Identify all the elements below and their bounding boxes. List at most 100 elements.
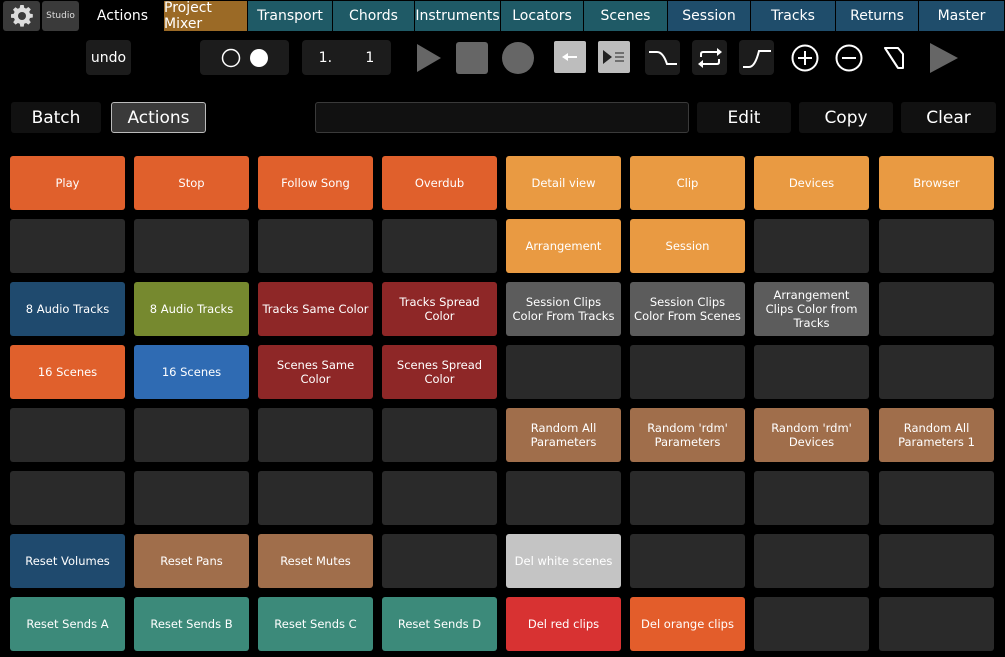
pad-empty[interactable] [10,219,125,273]
pad-random-all-parameters[interactable]: Random All Parameters [506,408,621,462]
pad-empty[interactable] [258,471,373,525]
filled-circle-icon [249,48,268,67]
pad-empty[interactable] [382,471,497,525]
pad-reset-sends-a[interactable]: Reset Sends A [10,597,125,651]
tab-instruments[interactable]: Instruments [415,1,500,31]
tab-transport[interactable]: Transport [248,1,332,31]
pad-tracks-same-color[interactable]: Tracks Same Color [258,282,373,336]
pad-reset-sends-c[interactable]: Reset Sends C [258,597,373,651]
pad-empty[interactable] [382,408,497,462]
command-input[interactable] [315,102,689,133]
undo-button[interactable]: undo [86,40,131,75]
pad-session-clips-color-from-tracks[interactable]: Session Clips Color From Tracks [506,282,621,336]
pad-empty[interactable] [258,408,373,462]
tab-scenes[interactable]: Scenes [584,1,667,31]
next-button[interactable] [926,40,961,75]
pad-session-clips-color-from-scenes[interactable]: Session Clips Color From Scenes [630,282,745,336]
pad-random-rdm-devices[interactable]: Random 'rdm' Devices [754,408,869,462]
pad-tracks-spread-color[interactable]: Tracks Spread Color [382,282,497,336]
pad-arrangement[interactable]: Arrangement [506,219,621,273]
tab-locators[interactable]: Locators [501,1,583,31]
pad-del-orange-clips[interactable]: Del orange clips [630,597,745,651]
loop-button[interactable] [692,40,727,75]
fade-out-button[interactable] [645,40,680,75]
tab-actions[interactable]: Actions [82,1,163,31]
pad-empty[interactable] [506,345,621,399]
tab-session[interactable]: Session [668,1,750,31]
pad-empty[interactable] [382,219,497,273]
pad-empty[interactable] [258,219,373,273]
pad-overdub[interactable]: Overdub [382,156,497,210]
pad-play[interactable]: Play [10,156,125,210]
pad-browser[interactable]: Browser [879,156,994,210]
edit-button[interactable]: Edit [697,102,791,133]
pad-follow-song[interactable]: Follow Song [258,156,373,210]
pad-del-red-clips[interactable]: Del red clips [506,597,621,651]
copy-button[interactable]: Copy [799,102,893,133]
record-toggle-pill[interactable] [200,40,289,75]
pad-8-audio-tracks[interactable]: 8 Audio Tracks [10,282,125,336]
actions-button[interactable]: Actions [111,102,206,133]
batch-button[interactable]: Batch [11,102,101,133]
pad-empty[interactable] [134,219,249,273]
pad-empty[interactable] [754,471,869,525]
pad-reset-mutes[interactable]: Reset Mutes [258,534,373,588]
pad-devices[interactable]: Devices [754,156,869,210]
pad-empty[interactable] [879,471,994,525]
pad-empty[interactable] [134,408,249,462]
pad-empty[interactable] [506,471,621,525]
pad-empty[interactable] [382,534,497,588]
remove-button[interactable] [831,40,866,75]
pad-empty[interactable] [879,597,994,651]
clip-button[interactable] [876,40,911,75]
pad-empty[interactable] [754,597,869,651]
pad-del-white-scenes[interactable]: Del white scenes [506,534,621,588]
pad-stop[interactable]: Stop [134,156,249,210]
pad-empty[interactable] [630,345,745,399]
clear-button[interactable]: Clear [901,102,996,133]
pad-scenes-same-color[interactable]: Scenes Same Color [258,345,373,399]
pad-random-rdm-parameters[interactable]: Random 'rdm' Parameters [630,408,745,462]
pad-empty[interactable] [10,408,125,462]
add-button[interactable] [787,40,822,75]
pad-arrangement-clips-color-from-tracks[interactable]: Arrangement Clips Color from Tracks [754,282,869,336]
pad-random-all-parameters-1[interactable]: Random All Parameters 1 [879,408,994,462]
pad-reset-sends-d[interactable]: Reset Sends D [382,597,497,651]
pad-empty[interactable] [879,534,994,588]
tab-project-mixer[interactable]: Project Mixer [164,0,247,32]
tab-returns[interactable]: Returns [836,1,918,31]
pad-reset-volumes[interactable]: Reset Volumes [10,534,125,588]
pad-clip[interactable]: Clip [630,156,745,210]
pad-empty[interactable] [879,345,994,399]
pad-16-scenes[interactable]: 16 Scenes [134,345,249,399]
pad-16-scenes[interactable]: 16 Scenes [10,345,125,399]
draw-mode-button[interactable] [598,41,630,73]
studio-button[interactable]: Studio [42,1,79,31]
pad-reset-pans[interactable]: Reset Pans [134,534,249,588]
back-to-arrangement-button[interactable] [554,41,586,73]
record-button[interactable] [500,40,535,75]
pad-session[interactable]: Session [630,219,745,273]
fade-in-curve-icon [742,49,771,68]
pad-empty[interactable] [630,534,745,588]
pad-empty[interactable] [10,471,125,525]
stop-button[interactable] [456,40,488,75]
pad-empty[interactable] [754,534,869,588]
pad-reset-sends-b[interactable]: Reset Sends B [134,597,249,651]
pad-scenes-spread-color[interactable]: Scenes Spread Color [382,345,497,399]
pad-empty[interactable] [879,282,994,336]
tab-tracks[interactable]: Tracks [751,1,835,31]
pad-empty[interactable] [754,219,869,273]
song-position-display[interactable]: 1. 1 [302,40,391,75]
pad-empty[interactable] [134,471,249,525]
pad-detail-view[interactable]: Detail view [506,156,621,210]
play-button[interactable] [413,40,445,75]
pad-empty[interactable] [879,219,994,273]
tab-chords[interactable]: Chords [333,1,414,31]
fade-in-button[interactable] [739,40,774,75]
tab-master[interactable]: Master [919,1,1004,31]
settings-button[interactable] [3,1,40,31]
pad-empty[interactable] [754,345,869,399]
pad-8-audio-tracks[interactable]: 8 Audio Tracks [134,282,249,336]
pad-empty[interactable] [630,471,745,525]
